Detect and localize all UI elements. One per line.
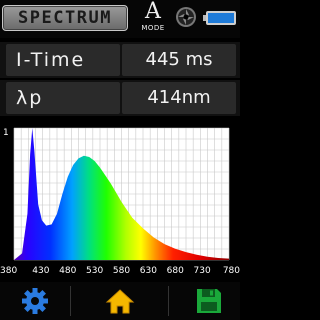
itime-value-cell[interactable]: 445 ms: [122, 44, 236, 76]
spectrum-chart: 1 380 430 480 530 580 630 680 730 780: [0, 118, 240, 278]
mode-button[interactable]: A MODE: [137, 0, 169, 34]
home-icon[interactable]: [105, 286, 135, 316]
itime-value: 445 ms: [145, 49, 213, 70]
divider: [70, 286, 71, 316]
y-tick-label: 1: [3, 128, 9, 138]
peak-value-cell: 414nm: [122, 82, 236, 114]
itime-label-cell: I-Time: [6, 44, 120, 76]
peak-value: 414nm: [147, 87, 211, 108]
save-icon[interactable]: [194, 286, 224, 316]
x-tick-label: 780: [223, 266, 240, 276]
x-tick-label: 430: [32, 266, 49, 276]
top-bar: SPECTRUM A MODE: [0, 0, 240, 38]
battery-icon: [203, 10, 237, 26]
x-tick-label: 480: [59, 266, 76, 276]
bottom-bar: [0, 282, 240, 320]
integration-time-row: I-Time 445 ms: [0, 42, 240, 78]
peak-label-cell: λp: [6, 82, 120, 114]
mode-letter: A: [145, 0, 161, 24]
x-tick-label: 530: [86, 266, 103, 276]
peak-wavelength-row: λp 414nm: [0, 80, 240, 116]
x-tick-label: 680: [167, 266, 184, 276]
shutter-icon[interactable]: [175, 6, 197, 28]
mode-label: MODE: [141, 24, 165, 32]
x-tick-label: 630: [140, 266, 157, 276]
divider: [168, 286, 169, 316]
gear-icon[interactable]: [20, 286, 50, 316]
x-tick-label: 380: [0, 266, 17, 276]
page-title: SPECTRUM: [18, 8, 112, 28]
x-tick-label: 580: [113, 266, 130, 276]
spectrum-chart-svg: 1 380 430 480 530 580 630 680 730 780: [0, 118, 240, 278]
peak-label: λp: [16, 87, 44, 109]
x-tick-label: 730: [194, 266, 211, 276]
title-button[interactable]: SPECTRUM: [2, 5, 128, 31]
itime-label: I-Time: [16, 49, 86, 71]
